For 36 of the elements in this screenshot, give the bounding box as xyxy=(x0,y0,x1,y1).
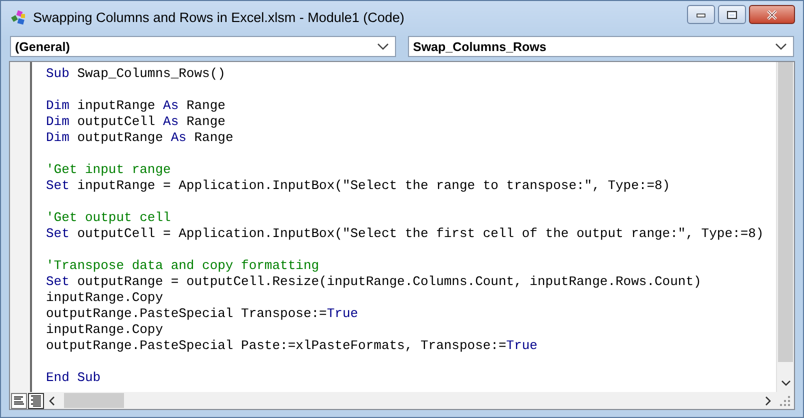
minimize-icon xyxy=(696,12,706,18)
code-line: 'Get input range xyxy=(46,162,171,177)
code-line: End Sub xyxy=(46,370,101,385)
code-line: inputRange.Copy xyxy=(46,322,164,337)
chevron-down-icon xyxy=(775,42,787,50)
code-line: inputRange.Copy xyxy=(46,290,164,305)
code-line: outputRange.PasteSpecial Paste:=xlPasteFormats, Transpose:=True xyxy=(46,338,538,353)
code-line: Dim inputRange As Range xyxy=(46,98,226,113)
procedure-dropdown[interactable]: Swap_Columns_Rows xyxy=(408,36,794,57)
maximize-button[interactable] xyxy=(718,5,746,24)
scroll-right-icon[interactable] xyxy=(764,396,772,406)
procedure-view-icon[interactable] xyxy=(11,392,27,408)
code-line: Sub Swap_Columns_Rows() xyxy=(46,66,226,81)
scroll-left-icon[interactable] xyxy=(48,396,56,406)
scroll-thumb[interactable] xyxy=(64,393,124,408)
code-line: Set inputRange = Application.InputBox("Select the range to transpose:", Type:=8) xyxy=(46,178,670,193)
scroll-thumb[interactable] xyxy=(778,62,793,362)
procedure-dropdown[interactable]: (General) xyxy=(10,36,396,57)
code-line: 'Get output cell xyxy=(46,210,171,225)
code-line: Set outputCell = Application.InputBox("Select the first cell of the output range:", Type:=8) xyxy=(46,226,764,241)
code-line: Dim outputRange As Range xyxy=(46,130,234,145)
resize-grip-icon[interactable] xyxy=(779,394,791,406)
close-button[interactable] xyxy=(749,5,795,24)
scroll-down-icon[interactable] xyxy=(780,380,790,387)
full-module-view-icon[interactable] xyxy=(28,392,44,408)
maximize-icon xyxy=(726,10,738,20)
vertical-scrollbar[interactable] xyxy=(776,62,794,392)
window-title: Swapping Columns and Rows in Excel.xlsm - Module1 (Code) xyxy=(33,10,404,25)
chevron-down-icon xyxy=(377,42,389,50)
vba-module-icon xyxy=(11,10,27,26)
code-line: Set outputRange = outputCell.Resize(inputRange.Columns.Count, inputRange.Rows.Count) xyxy=(46,274,702,289)
minimize-button[interactable] xyxy=(687,5,715,24)
code-line: outputRange.PasteSpecial Transpose:=True xyxy=(46,306,358,321)
code-line: Dim outputCell As Range xyxy=(46,114,226,129)
close-icon xyxy=(765,10,779,20)
code-line: 'Transpose data and copy formatting xyxy=(46,258,320,273)
